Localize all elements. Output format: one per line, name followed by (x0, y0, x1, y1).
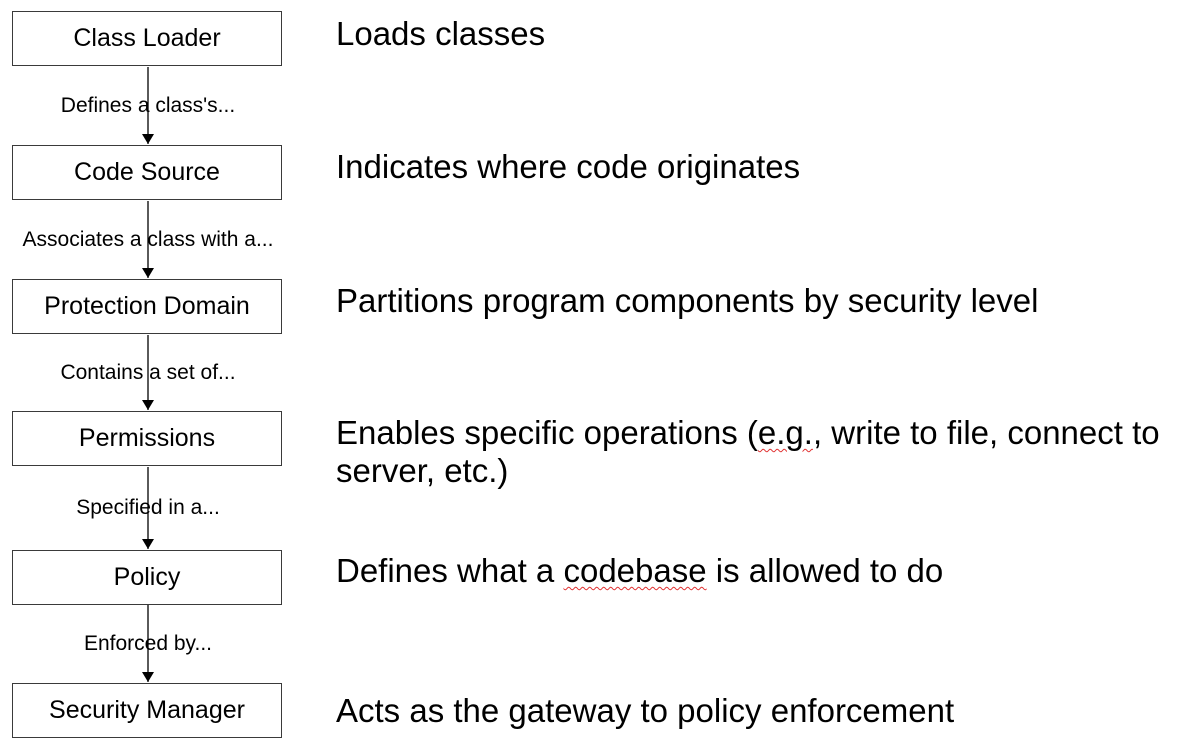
security-manager-description: Acts as the gateway to policy enforcemen… (336, 692, 955, 729)
policy-label: Policy (113, 563, 181, 591)
spellcheck-word: e.g. (757, 414, 813, 451)
desc-text: Defines what a (336, 552, 564, 589)
protection-domain-box: Protection Domain (12, 279, 282, 334)
connector-label: Associates a class with a... (22, 228, 274, 251)
security-manager-box: Security Manager (12, 683, 282, 738)
policy-description: Defines what a codebase is allowed to do (336, 552, 943, 590)
connector-label: Specified in a... (76, 496, 220, 519)
code-source-box: Code Source (12, 145, 282, 200)
class-loader-label: Class Loader (73, 24, 221, 52)
permissions-box: Permissions (12, 411, 282, 466)
desc-text: server, etc.) (336, 452, 509, 489)
desc-text: is allowed to do (706, 552, 944, 589)
class-loader-box: Class Loader (12, 11, 282, 66)
connector-label: Contains a set of... (60, 361, 236, 384)
spellcheck-word: codebase (563, 552, 707, 589)
connector-label: Enforced by... (83, 632, 212, 655)
code-source-description: Indicates where code originates (336, 148, 801, 185)
class-loader-description: Loads classes (336, 15, 546, 52)
permissions-description: Enables specific operations (e.g., write… (336, 414, 1160, 490)
desc-text: Enables specific operations ( (336, 414, 758, 451)
connector-label: Defines a class's... (60, 94, 236, 117)
code-source-label: Code Source (74, 158, 220, 186)
protection-domain-description: Partitions program components by securit… (336, 282, 1039, 319)
permissions-label: Permissions (78, 424, 216, 452)
desc-text: , write to file, connect to (812, 414, 1160, 451)
policy-box: Policy (12, 550, 282, 605)
security-manager-label: Security Manager (49, 696, 245, 724)
protection-domain-label: Protection Domain (44, 292, 250, 320)
